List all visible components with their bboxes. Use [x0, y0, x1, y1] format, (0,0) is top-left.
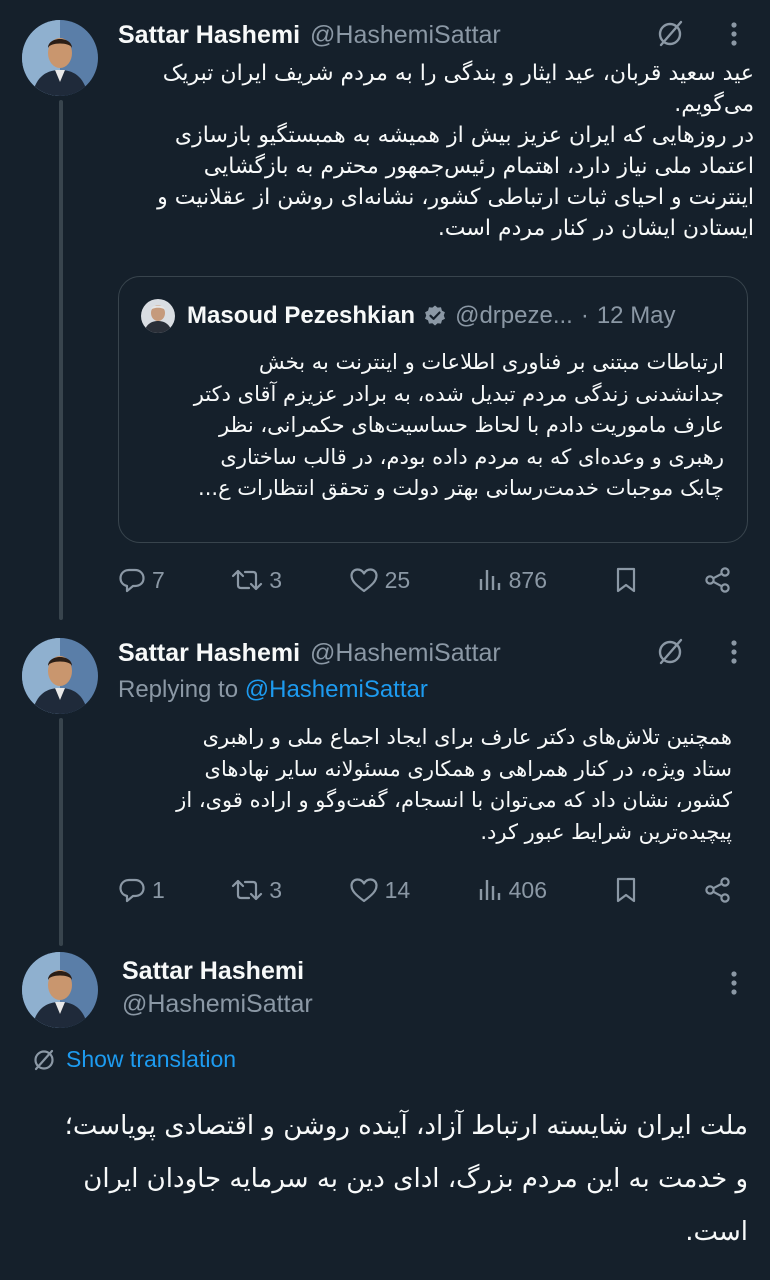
text-line: می‌گویم. [674, 92, 754, 117]
repost-button[interactable]: 3 [231, 876, 282, 904]
repost-count: 3 [269, 566, 283, 593]
reply-icon [119, 568, 145, 593]
tweet-top-icons [655, 637, 749, 667]
avatar-photo [22, 20, 98, 96]
more-icon[interactable] [719, 19, 749, 49]
quoted-author-row: Masoud Pezeshkian @drpeze... · 12 May [141, 299, 676, 333]
quoted-tweet-card[interactable]: Masoud Pezeshkian @drpeze... · 12 May ار… [118, 276, 748, 543]
share-button[interactable] [704, 566, 732, 594]
replying-prefix: Replying to [118, 676, 245, 703]
text-line: اعتماد ملی نیاز دارد، اهتمام رئیس‌جمهور … [203, 154, 754, 179]
author-handle[interactable]: @HashemiSattar [310, 21, 501, 50]
bookmark-button[interactable] [614, 876, 638, 904]
text-line: جدانشدنی زندگی مردم تبدیل شده، به برادر … [193, 381, 724, 406]
views-icon [479, 570, 500, 590]
bookmark-icon [616, 877, 635, 903]
repost-icon [232, 879, 263, 901]
more-icon[interactable] [719, 968, 749, 998]
text-line: چابک موجبات خدمت‌رسانی بهتر دولت و تحقق … [198, 476, 724, 500]
author-handle[interactable]: @HashemiSattar [122, 990, 313, 1019]
tweet-actions: 1 3 14 406 [118, 876, 732, 904]
like-icon [349, 878, 378, 903]
avatar[interactable] [22, 20, 98, 96]
thread-page: Sattar Hashemi @HashemiSattar عید سعید ق… [0, 0, 770, 1280]
more-icon[interactable] [719, 637, 749, 667]
replying-to: Replying to @HashemiSattar [118, 676, 428, 704]
separator-dot: · [580, 302, 589, 329]
text-line: در روزهایی که ایران عزیز بیش از همیشه به… [174, 123, 754, 148]
text-line: پیچیده‌ترین شرایط عبور کرد. [480, 819, 732, 844]
repost-icon [232, 569, 263, 591]
like-count: 14 [384, 876, 411, 903]
thread-connector [59, 100, 63, 620]
reply-icon [119, 878, 145, 903]
avatar-photo [22, 638, 98, 714]
text-line: رهبری و وعده‌ای که به مردم داده بودم، در… [220, 444, 724, 469]
text-line: و خدمت به این مردم بزرگ، ادای دین به سرم… [83, 1164, 748, 1194]
text-line: عارف ماموریت دادم با لحاظ حساسیت‌های حکم… [219, 413, 724, 437]
author-name[interactable]: Sattar Hashemi [118, 21, 300, 50]
quoted-author-handle: @drpeze... [455, 302, 573, 329]
reply-button[interactable]: 1 [118, 876, 165, 904]
text-line: ایستادن ایشان در کنار مردم است. [437, 216, 754, 241]
author-name[interactable]: Sattar Hashemi [122, 957, 304, 986]
text-line: عید سعید قربان، عید ایثار و بندگی را به … [162, 61, 754, 86]
like-button[interactable]: 25 [349, 566, 411, 594]
avatar[interactable] [22, 952, 98, 1028]
avatar-photo [22, 952, 98, 1028]
author-handle[interactable]: @HashemiSattar [310, 639, 501, 668]
tweet-actions: 7 3 25 876 [118, 566, 732, 594]
bookmark-icon [616, 567, 635, 593]
author-row: Sattar Hashemi @HashemiSattar [118, 21, 501, 50]
like-icon [349, 568, 378, 593]
views-button[interactable]: 406 [477, 876, 547, 904]
share-icon [705, 877, 730, 903]
like-button[interactable]: 14 [349, 876, 411, 904]
text-line: اینترنت و احیای ثبات ارتباطی کشور، نشانه… [157, 185, 754, 210]
view-count: 876 [508, 566, 548, 593]
reply-count: 7 [152, 566, 165, 593]
text-line: همچنین تلاش‌های دکتر عارف برای ایجاد اجم… [202, 725, 732, 749]
text-line: ستاد ویژه، در کنار همراهی و همکاری مسئول… [204, 756, 732, 781]
author-name[interactable]: Sattar Hashemi [118, 639, 300, 668]
bookmark-button[interactable] [614, 566, 638, 594]
tweet-text: عید سعید قربان، عید ایثار و بندگی را به … [118, 58, 754, 244]
share-icon [705, 567, 730, 593]
views-button[interactable]: 876 [477, 566, 547, 594]
show-translation-link[interactable]: Show translation [32, 1046, 236, 1073]
tweet-top-icons [655, 19, 749, 49]
show-translation-label: Show translation [66, 1046, 237, 1072]
text-line: است. [685, 1217, 748, 1247]
share-button[interactable] [704, 876, 732, 904]
quoted-date: 12 May [596, 302, 676, 329]
reply-count: 1 [152, 876, 165, 903]
grok-icon[interactable] [655, 19, 685, 49]
text-line: کشور، نشان داد که می‌توان با انسجام، گفت… [176, 788, 732, 812]
like-count: 25 [384, 566, 411, 593]
author-row: Sattar Hashemi @HashemiSattar [118, 639, 501, 668]
main-tweet-text: ملت ایران شایسته ارتباط آزاد، آینده روشن… [22, 1100, 748, 1259]
quoted-text: ارتباطات مبتنی بر فناوری اطلاعات و اینتر… [139, 347, 724, 505]
tweet-text: همچنین تلاش‌های دکتر عارف برای ایجاد اجم… [118, 722, 732, 848]
verified-icon [423, 304, 447, 328]
views-icon [479, 880, 500, 900]
replying-handle-link[interactable]: @HashemiSattar [245, 676, 428, 703]
repost-count: 3 [269, 876, 283, 903]
avatar[interactable] [22, 638, 98, 714]
text-line: ارتباطات مبتنی بر فناوری اطلاعات و اینتر… [258, 350, 724, 374]
text-line: ملت ایران شایسته ارتباط آزاد، آینده روشن… [64, 1111, 748, 1141]
thread-connector [59, 718, 63, 946]
translate-icon [34, 1049, 54, 1070]
repost-button[interactable]: 3 [231, 566, 282, 594]
view-count: 406 [508, 876, 548, 903]
reply-button[interactable]: 7 [118, 566, 165, 594]
grok-icon[interactable] [655, 637, 685, 667]
quoted-author-name: Masoud Pezeshkian [187, 302, 416, 329]
quoted-avatar [141, 299, 175, 333]
